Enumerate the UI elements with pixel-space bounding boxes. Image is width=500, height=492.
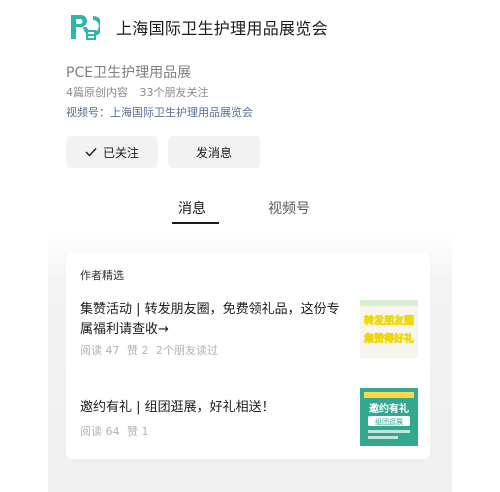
account-logo[interactable] bbox=[66, 10, 100, 44]
tab-video-account[interactable]: 视频号 bbox=[268, 198, 310, 218]
article-thumbnail: 转发朋友圈 集赞得好礼 bbox=[360, 300, 418, 358]
followed-button-label: 已关注 bbox=[102, 145, 139, 160]
account-header: 上海国际卫生护理用品展览会 bbox=[66, 10, 328, 44]
article-title: 邀约有礼 | 组团逛展，好礼相送！ bbox=[80, 400, 275, 415]
thumb-line-2: 集赞得好礼 bbox=[363, 332, 414, 345]
account-profile-page: 上海国际卫生护理用品展览会 PCE卫生护理用品展 4篇原创内容 33个朋友关注 … bbox=[48, 0, 452, 492]
pce-logo-icon bbox=[68, 12, 100, 42]
article-item[interactable]: 集赞活动 | 转发朋友圈，免费领礼品，这份专属福利请查收→ 阅读 47 赞 2 … bbox=[80, 300, 418, 372]
article-meta: 阅读 64 赞 1 bbox=[80, 423, 149, 439]
featured-label: 作者精选 bbox=[80, 269, 124, 282]
check-icon bbox=[85, 147, 97, 157]
account-stats: 4篇原创内容 33个朋友关注 bbox=[66, 84, 209, 100]
article-friends-read: 2个朋友读过 bbox=[156, 344, 218, 357]
thumb-line-1: 转发朋友圈 bbox=[364, 314, 414, 327]
send-message-label: 发消息 bbox=[195, 145, 232, 160]
article-title: 集赞活动 | 转发朋友圈，免费领礼品，这份专属福利请查收→ bbox=[80, 302, 340, 337]
article-likes: 赞 1 bbox=[127, 425, 149, 438]
article-reads: 阅读 47 bbox=[80, 344, 120, 357]
article-meta: 阅读 47 赞 2 2个朋友读过 bbox=[80, 342, 218, 358]
featured-articles-card: 作者精选 集赞活动 | 转发朋友圈，免费领礼品，这份专属福利请查收→ 阅读 47… bbox=[66, 253, 430, 459]
content-tabs: 消息 视频号 bbox=[48, 198, 452, 228]
thumb-line-1: 邀约有礼 bbox=[369, 402, 409, 415]
send-message-button[interactable]: 发消息 bbox=[168, 136, 260, 168]
article-likes: 赞 2 bbox=[127, 344, 149, 357]
thumb-line-2: 组团逛展 bbox=[375, 417, 403, 426]
article-thumbnail: 邀约有礼 组团逛展 bbox=[360, 388, 418, 446]
article-item[interactable]: 邀约有礼 | 组团逛展，好礼相送！ 阅读 64 赞 1 邀约有礼 组团逛展 bbox=[80, 388, 418, 446]
friends-follow-count[interactable]: 33个朋友关注 bbox=[140, 86, 209, 99]
active-tab-indicator bbox=[172, 222, 219, 224]
video-account-link[interactable]: 视频号：上海国际卫生护理用品展览会 bbox=[66, 104, 253, 120]
tab-messages[interactable]: 消息 bbox=[178, 198, 206, 218]
original-count: 4篇原创内容 bbox=[66, 86, 128, 99]
article-reads: 阅读 64 bbox=[80, 425, 120, 438]
followed-button[interactable]: 已关注 bbox=[66, 136, 158, 168]
account-name: 上海国际卫生护理用品展览会 bbox=[116, 19, 328, 38]
account-subname: PCE卫生护理用品展 bbox=[66, 65, 192, 81]
